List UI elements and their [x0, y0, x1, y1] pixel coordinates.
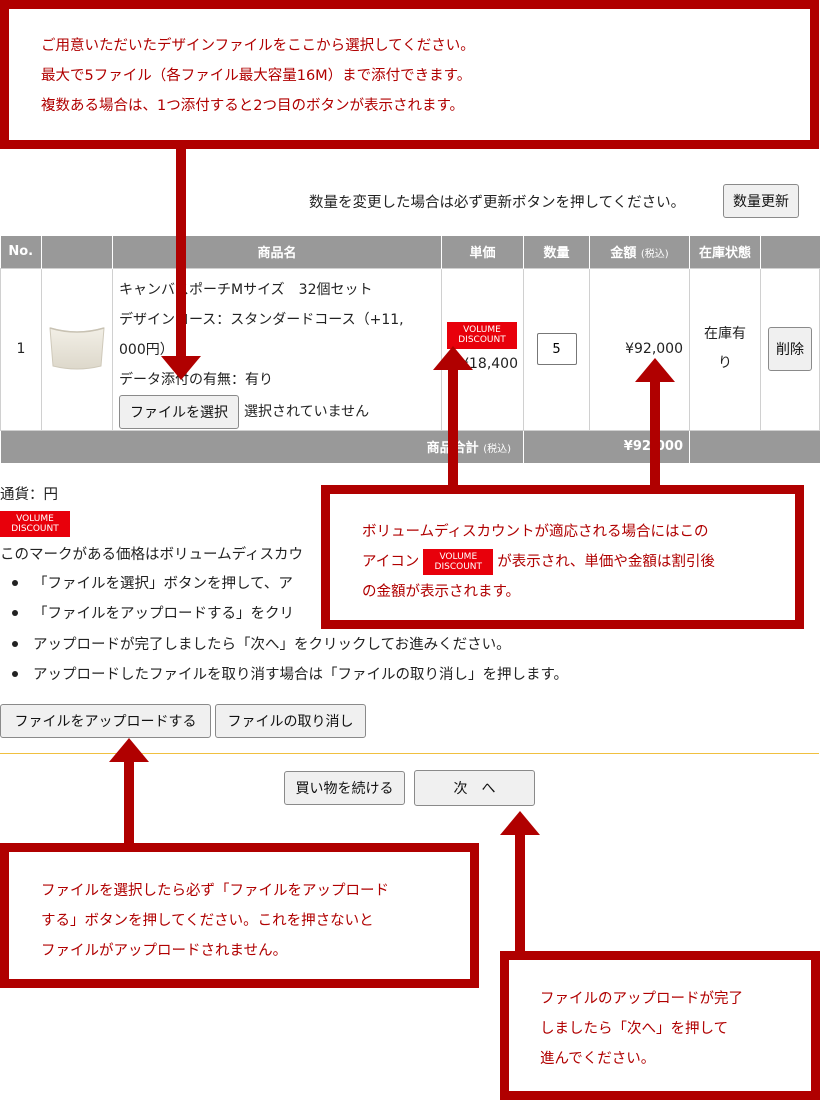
product-name: キャンバスポーチMサイズ 32個セット: [119, 281, 373, 298]
currency-note: 通貨：円: [0, 487, 58, 503]
header-product-name: 商品名: [112, 236, 442, 268]
footer-empty: [689, 430, 820, 463]
arrow-up-icon: [448, 368, 458, 488]
annotation-line: ファイルのアップロードが完了: [540, 991, 743, 1007]
instruction-item: アップロードしたファイルを取り消す場合は「ファイルの取り消し」を押します。: [33, 667, 569, 683]
annotation-line: ファイルがアップロードされません。: [41, 943, 288, 959]
annotation-line: の金額が表示されます。: [362, 584, 521, 600]
table-header-row: No. 商品名 単価 数量 金額 (税込) 在庫状態: [0, 236, 820, 268]
header-no: No.: [0, 236, 42, 268]
file-picker: ファイルを選択 選択されていません: [119, 394, 441, 429]
update-quantity-button[interactable]: 数量更新: [723, 184, 799, 218]
delete-button[interactable]: 削除: [768, 327, 812, 371]
stock-status-cont: り: [718, 355, 732, 371]
file-status: 選択されていません: [244, 403, 370, 420]
choose-file-button[interactable]: ファイルを選択: [119, 394, 239, 429]
arrow-head-icon: [433, 346, 473, 370]
instruction-item: 「ファイルをアップロードする」をクリ: [33, 606, 294, 622]
arrow-up-icon: [650, 380, 660, 488]
volume-discount-badge-legend: VOLUME DISCOUNT: [0, 511, 70, 537]
amount-cell: ¥92,000: [589, 267, 690, 431]
header-amount: 金額 (税込): [589, 236, 690, 268]
volume-discount-badge: VOLUME DISCOUNT: [447, 321, 517, 349]
arrow-head-icon: [161, 356, 201, 380]
annotation-line: 複数ある場合は、1つ添付すると2つ目のボタンが表示されます。: [41, 98, 464, 114]
product-image: [49, 327, 105, 370]
arrow-head-icon: [109, 738, 149, 762]
annotation-line: する」ボタンを押してください。これを押さないと: [41, 913, 374, 929]
header-unit-price: 単価: [441, 236, 524, 268]
header-amount-label: 金額: [610, 246, 637, 262]
bullet-icon: [12, 671, 18, 677]
header-image: [41, 236, 113, 268]
bullet-icon: [12, 610, 18, 616]
header-quantity: 数量: [523, 236, 590, 268]
header-stock: 在庫状態: [689, 236, 761, 268]
annotation-line: 進んでください。: [540, 1051, 656, 1067]
arrow-up-icon: [515, 833, 525, 953]
bullet-icon: [12, 641, 18, 647]
annotation-line: しましたら「次へ」を押して: [540, 1021, 729, 1037]
subtotal-amount: ¥92,000: [523, 430, 690, 463]
bullet-icon: [12, 580, 18, 586]
header-action: [760, 236, 820, 268]
arrow-down-icon: [176, 148, 186, 358]
arrow-head-icon: [500, 811, 540, 835]
upload-file-button[interactable]: ファイルをアップロードする: [0, 704, 211, 738]
next-button[interactable]: 次 へ: [414, 770, 535, 806]
table-row: 1 キャンバスポーチMサイズ 32個セット デザインコース：スタンダードコース（…: [0, 267, 820, 431]
instruction-item: アップロードが完了しましたら「次へ」をクリックしてお進みください。: [33, 637, 511, 653]
arrow-up-icon: [124, 760, 134, 845]
cancel-file-button[interactable]: ファイルの取り消し: [215, 704, 366, 738]
annotation-line: 最大で5ファイル（各ファイル最大容量16M）まで添付できます。: [41, 68, 472, 84]
table-footer-row: 商品合計 (税込) ¥92,000: [0, 430, 820, 463]
instruction-item: 「ファイルを選択」ボタンを押して、ア: [33, 576, 293, 592]
quantity-input[interactable]: [536, 333, 577, 365]
subtotal-note: (税込): [483, 444, 511, 456]
continue-shopping-button[interactable]: 買い物を続ける: [284, 771, 405, 805]
annotation-file-select: ご用意いただいたデザインファイルをここから選択してください。 最大で5ファイル（…: [0, 0, 819, 149]
annotation-next: ファイルのアップロードが完了 しましたら「次へ」を押して 進んでください。: [500, 951, 820, 1100]
arrow-head-icon: [635, 358, 675, 382]
footer-label-cell: 商品合計 (税込): [0, 430, 524, 463]
product-name-cell: キャンバスポーチMサイズ 32個セット デザインコース：スタンダードコース（+1…: [112, 267, 442, 431]
design-course: デザインコース：スタンダードコース（+11,: [119, 311, 404, 328]
stock-status: 在庫有: [704, 326, 746, 342]
row-number: 1: [0, 267, 42, 431]
action-cell: 削除: [760, 267, 820, 431]
annotation-volume-discount: ボリュームディスカウントが適応される場合にはこの アイコン VOLUME DIS…: [321, 485, 804, 629]
discount-note: このマークがある価格はボリュームディスカウ: [0, 547, 304, 563]
annotation-upload: ファイルを選択したら必ず「ファイルをアップロード する」ボタンを押してください。…: [0, 843, 479, 988]
volume-discount-badge-example: VOLUME DISCOUNT: [423, 549, 494, 575]
annotation-line: アイコン VOLUME DISCOUNT が表示され、単価や金額は割引後: [362, 547, 795, 577]
stock-cell: 在庫有 り: [689, 267, 761, 431]
annotation-line: ボリュームディスカウントが適応される場合にはこの: [362, 524, 709, 540]
annotation-line: ファイルを選択したら必ず「ファイルをアップロード: [41, 883, 389, 899]
product-image-cell: [41, 267, 113, 431]
annotation-line: ご用意いただいたデザインファイルをここから選択してください。: [41, 38, 475, 54]
cart-table: No. 商品名 単価 数量 金額 (税込) 在庫状態 1 キャンバスポーチMサイ…: [0, 236, 820, 463]
update-notice: 数量を変更した場合は必ず更新ボタンを押してください。: [309, 195, 686, 211]
header-amount-note: (税込): [640, 249, 669, 261]
quantity-cell: [523, 267, 590, 431]
